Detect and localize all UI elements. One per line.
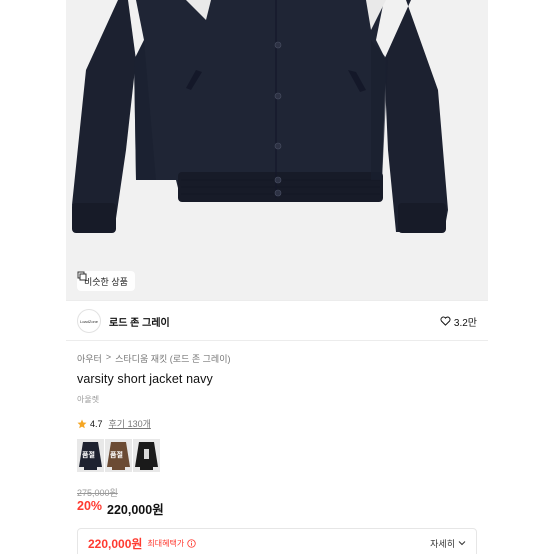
breadcrumb: 아우터 > 스타디움 재킷 (로드 존 그레이) <box>77 352 230 365</box>
variant-soldout-label: 품절 <box>82 452 95 459</box>
copy-icon <box>77 271 87 281</box>
info-icon[interactable] <box>187 538 196 548</box>
max-benefit-box[interactable]: 220,000원 최대혜택가 자세히 <box>77 528 477 554</box>
like-count: 3.2만 <box>453 317 477 329</box>
original-price: 275,000원 <box>77 488 118 498</box>
variant-thumbnail[interactable] <box>133 439 160 472</box>
detail-label: 자세히 <box>430 538 455 549</box>
brand-row: LoadZone 로드 존 그레이 3.2만 <box>77 307 477 335</box>
rating: 4.7 후기 130개 <box>77 417 151 430</box>
product-image[interactable]: 비슷한 상품 <box>66 0 488 300</box>
breadcrumb-item-subcategory[interactable]: 스타디움 재킷 (로드 존 그레이) <box>115 352 230 365</box>
chevron-down-icon <box>458 541 466 546</box>
variant-soldout-label: 품절 <box>110 452 123 459</box>
divider <box>66 300 488 301</box>
detail-button[interactable]: 자세히 <box>430 537 466 550</box>
color-variants: 품절 품절 <box>77 439 160 472</box>
jacket-illustration <box>66 0 488 300</box>
similar-products-button[interactable]: 비슷한 상품 <box>77 271 135 291</box>
heart-icon <box>440 316 451 326</box>
breadcrumb-separator: > <box>105 352 112 362</box>
brand-logo-text: LoadZone <box>79 318 98 324</box>
sale-price: 220,000원 <box>107 503 164 517</box>
benefit-label: 최대혜택가 <box>147 538 185 548</box>
jacket-thumbnail-icon <box>135 442 158 470</box>
star-icon <box>77 419 87 428</box>
price-row: 20% 220,000원 <box>77 499 164 518</box>
like-button[interactable]: 3.2만 <box>440 314 477 329</box>
divider <box>66 340 488 341</box>
variant-thumbnail[interactable]: 품절 <box>105 439 132 472</box>
outlet-badge: 아울렛 <box>77 395 100 404</box>
rating-score: 4.7 <box>90 418 103 429</box>
reviews-link[interactable]: 후기 130개 <box>109 417 151 430</box>
benefit-price: 220,000원 <box>88 536 143 551</box>
product-title: varsity short jacket navy <box>77 372 213 386</box>
similar-products-label: 비슷한 상품 <box>84 276 128 287</box>
discount-rate: 20% <box>77 499 103 513</box>
product-page: 비슷한 상품 LoadZone 로드 존 그레이 3.2만 아우터 > 스타디움… <box>66 0 488 554</box>
brand-name[interactable]: 로드 존 그레이 <box>109 314 170 329</box>
brand-logo[interactable]: LoadZone <box>77 309 101 333</box>
breadcrumb-item-category[interactable]: 아우터 <box>77 352 102 365</box>
variant-thumbnail[interactable]: 품절 <box>77 439 104 472</box>
